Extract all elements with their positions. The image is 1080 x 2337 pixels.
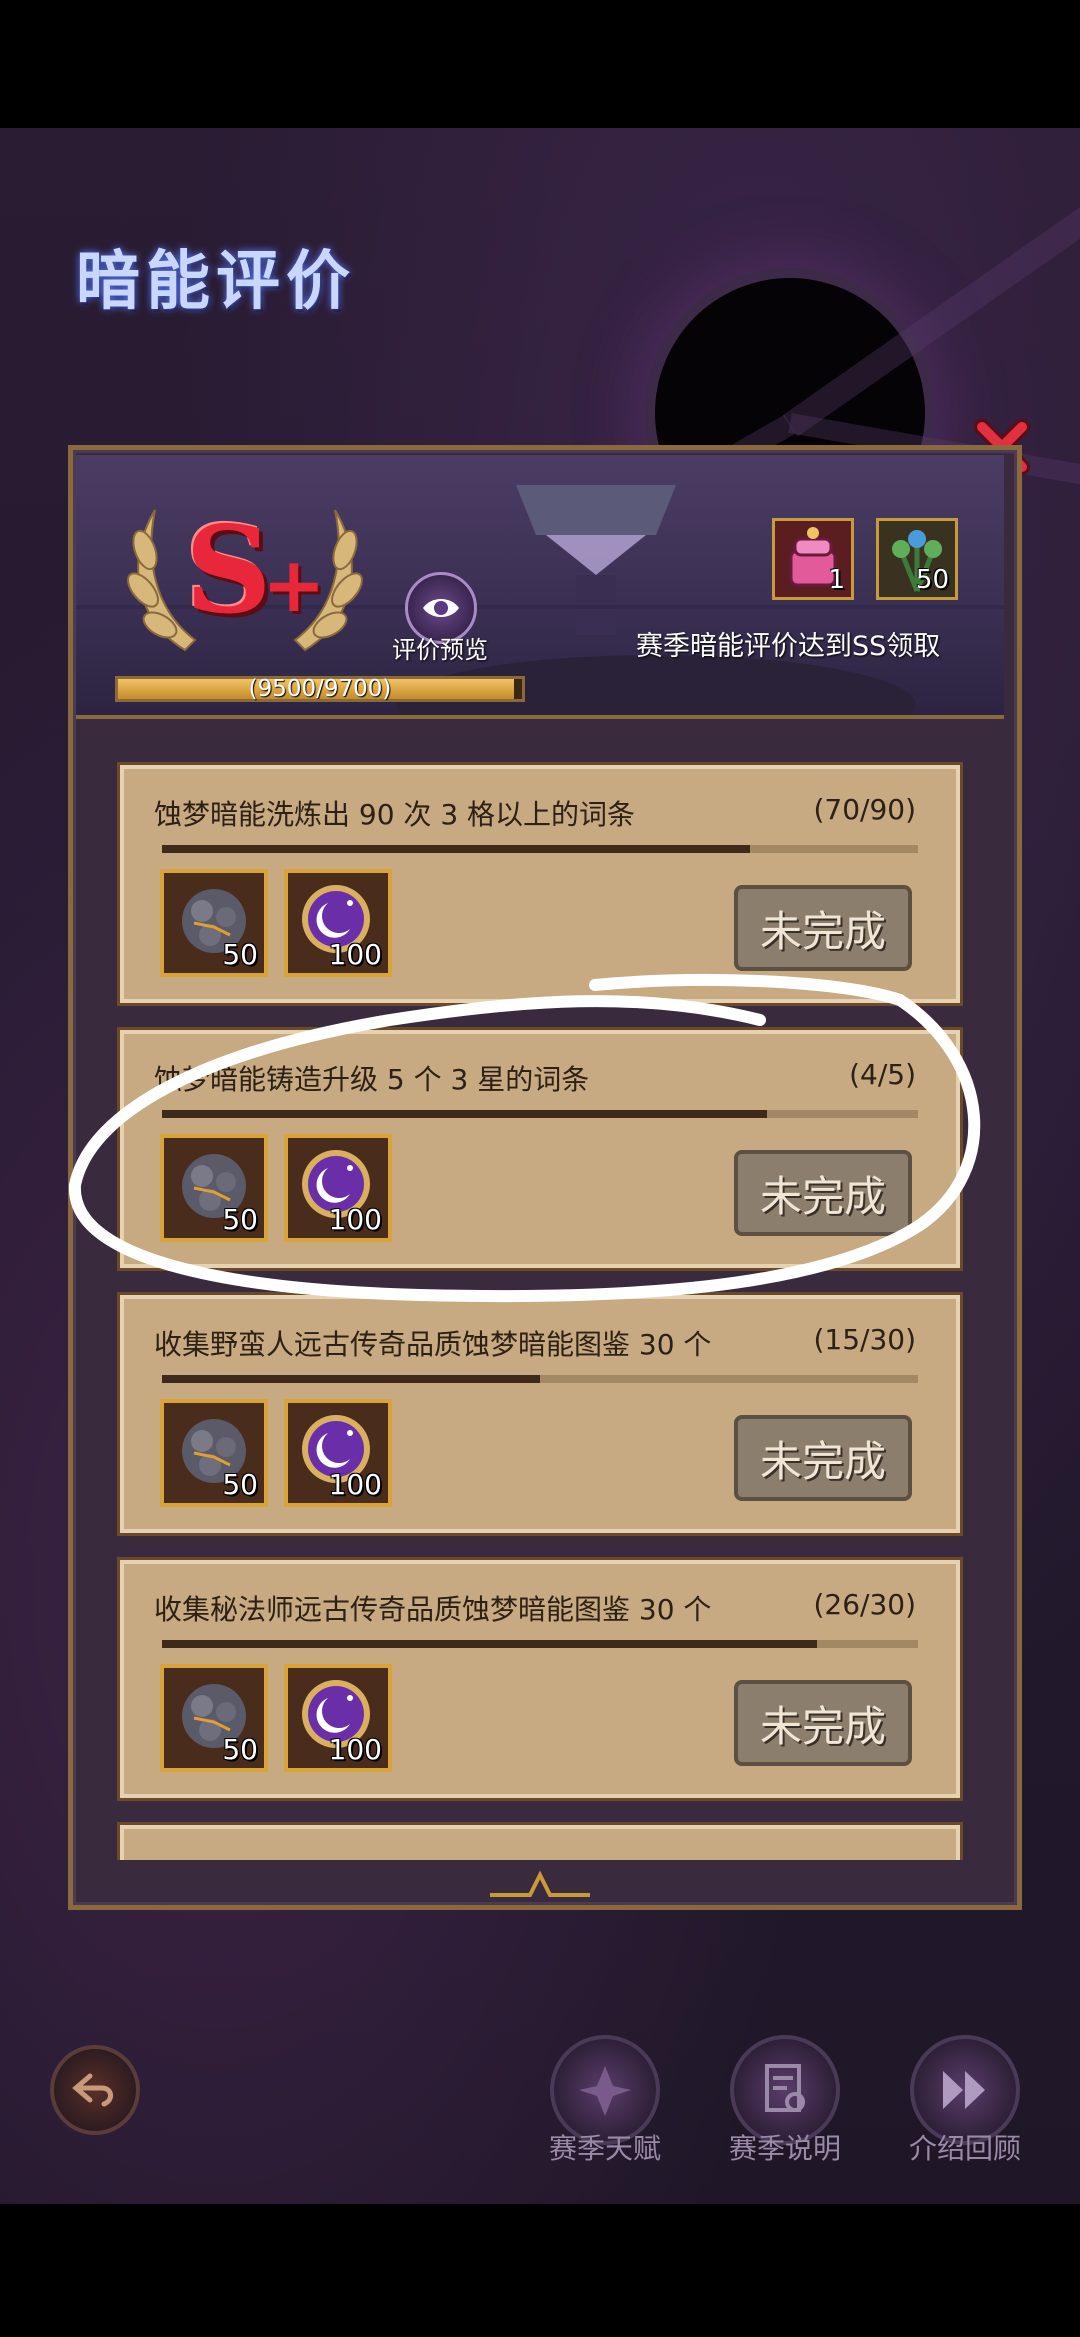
fast-forward-icon bbox=[943, 2071, 985, 2109]
task-title: 收集秘法师远古传奇品质蚀梦暗能图鉴 30 个 bbox=[154, 1593, 712, 1626]
task-progress-fill bbox=[162, 1110, 767, 1118]
season-reward-item[interactable]: 1 bbox=[772, 518, 854, 600]
item-count: 100 bbox=[328, 1468, 382, 1501]
item-count: 50 bbox=[222, 1733, 258, 1766]
task-title: 蚀梦暗能铸造升级 5 个 3 星的词条 bbox=[154, 1063, 590, 1096]
task-progress-bar bbox=[162, 1110, 918, 1118]
nav-season-info-label: 赛季说明 bbox=[728, 2132, 841, 2165]
page-title: 暗能评价 bbox=[76, 245, 356, 319]
task-count: (15/30) bbox=[813, 1323, 916, 1356]
reward-item-orb[interactable]: 100 bbox=[284, 869, 392, 977]
eye-icon bbox=[423, 599, 459, 617]
item-count: 50 bbox=[222, 1468, 258, 1501]
back-arrow-icon bbox=[72, 2073, 113, 2107]
task-progress-bar bbox=[162, 845, 918, 853]
task-progress-bar bbox=[162, 1640, 918, 1648]
rating-grade-plus: + bbox=[262, 540, 326, 629]
task-progress-fill bbox=[162, 1375, 540, 1383]
task-count: (70/90) bbox=[813, 793, 916, 826]
task-list[interactable]: 蚀梦暗能洗炼出 90 次 3 格以上的词条 (70/90) 50 100 未完成… bbox=[96, 735, 984, 1860]
task-status-button[interactable]: 未完成 bbox=[734, 1415, 912, 1501]
nav-season-talent-label: 赛季天赋 bbox=[548, 2132, 661, 2165]
task-card: 蚀梦暗能洗炼出 90 次 3 格以上的词条 (70/90) 50 100 未完成 bbox=[120, 765, 960, 1003]
season-reward-text: 赛季暗能评价达到SS领取 bbox=[636, 631, 941, 662]
task-card: 收集秘法师远古传奇品质蚀梦暗能图鉴 30 个 (26/30) 50 100 未完… bbox=[120, 1560, 960, 1798]
reward-item-orb[interactable]: 100 bbox=[284, 1664, 392, 1772]
item-count: 100 bbox=[328, 938, 382, 971]
talent-icon bbox=[579, 2066, 631, 2116]
task-progress-bar bbox=[162, 1375, 918, 1383]
item-count: 100 bbox=[328, 1203, 382, 1236]
rating-preview-label: 评价预览 bbox=[392, 636, 488, 664]
rating-grade: S bbox=[185, 500, 272, 641]
reward-count: 50 bbox=[915, 565, 949, 595]
nav-intro-review-label: 介绍回顾 bbox=[908, 2132, 1021, 2165]
item-count: 50 bbox=[222, 1203, 258, 1236]
reward-item-ore[interactable]: 50 bbox=[160, 1664, 268, 1772]
task-card: 收集野蛮人远古传奇品质蚀梦暗能图鉴 30 个 (15/30) 50 100 未完… bbox=[120, 1295, 960, 1533]
reward-item-ore[interactable]: 50 bbox=[160, 1134, 268, 1242]
reward-item-ore[interactable]: 50 bbox=[160, 869, 268, 977]
reward-item-orb[interactable]: 100 bbox=[284, 1134, 392, 1242]
item-count: 50 bbox=[222, 938, 258, 971]
task-count: (4/5) bbox=[849, 1058, 916, 1091]
document-icon bbox=[765, 2064, 805, 2112]
season-reward-item[interactable]: 50 bbox=[876, 518, 958, 600]
reward-item-ore[interactable]: 50 bbox=[160, 1399, 268, 1507]
panel-bottom-ornament bbox=[490, 1870, 590, 1897]
task-status-button[interactable]: 未完成 bbox=[734, 1680, 912, 1766]
rating-progress-text: (9500/9700) bbox=[248, 676, 392, 702]
task-progress-fill bbox=[162, 1640, 818, 1648]
task-status-button[interactable]: 未完成 bbox=[734, 1150, 912, 1236]
task-progress-fill bbox=[162, 845, 751, 853]
back-button[interactable] bbox=[50, 2045, 140, 2135]
task-title: 收集野蛮人远古传奇品质蚀梦暗能图鉴 30 个 bbox=[154, 1328, 712, 1361]
task-card: 蚀梦暗能铸造升级 5 个 3 星的词条 (4/5) 50 100 未完成 bbox=[120, 1030, 960, 1268]
reward-item-orb[interactable]: 100 bbox=[284, 1399, 392, 1507]
task-status-button[interactable]: 未完成 bbox=[734, 885, 912, 971]
task-card bbox=[120, 1825, 960, 1860]
item-count: 100 bbox=[328, 1733, 382, 1766]
task-count: (26/30) bbox=[813, 1588, 916, 1621]
task-title: 蚀梦暗能洗炼出 90 次 3 格以上的词条 bbox=[154, 798, 636, 831]
reward-count: 1 bbox=[828, 565, 845, 595]
